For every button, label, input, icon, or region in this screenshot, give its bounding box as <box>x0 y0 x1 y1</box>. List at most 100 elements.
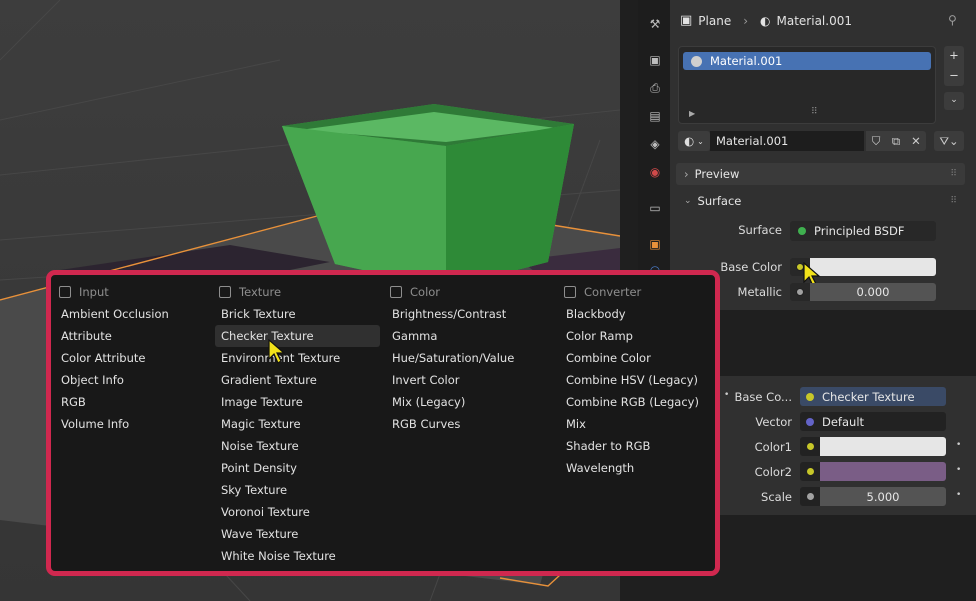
column-title: Input <box>79 285 109 299</box>
material-slot-label: Material.001 <box>710 54 783 68</box>
surface-shader-field[interactable]: Principled BSDF <box>790 221 936 241</box>
tool-icon[interactable]: ⚒ <box>648 17 662 31</box>
menu-item[interactable]: Shader to RGB <box>560 435 710 457</box>
menu-item[interactable]: Environment Texture <box>215 347 380 369</box>
chevron-down-icon: ⌄ <box>684 196 692 206</box>
menu-item[interactable]: Magic Texture <box>215 413 380 435</box>
remove-slot-button[interactable]: − <box>944 66 964 86</box>
vector-link-field[interactable]: Default <box>800 412 946 431</box>
properties-tab-strip: ⚒ ▣ ⎙ ▤ ◈ ◉ ▭ ▣ ◒ <box>638 0 670 310</box>
slot-specials-button[interactable]: ⌄ <box>944 92 964 110</box>
surface-label: Surface <box>697 194 742 208</box>
menu-item[interactable]: Color Ramp <box>560 325 710 347</box>
metallic-link-button[interactable] <box>790 283 810 301</box>
output-icon[interactable]: ⎙ <box>648 81 662 95</box>
menu-item[interactable]: RGB <box>55 391 215 413</box>
base-color-swatch[interactable] <box>810 258 936 276</box>
color-socket-icon <box>806 443 814 450</box>
collection-icon[interactable]: ▭ <box>648 201 662 215</box>
preview-panel-header[interactable]: › Preview ⠿ <box>676 163 965 185</box>
metallic-value-field[interactable]: 0.000 <box>810 283 936 301</box>
menu-item[interactable]: Attribute <box>55 325 215 347</box>
world-icon[interactable]: ◉ <box>648 165 662 179</box>
surface-panel-header[interactable]: ⌄ Surface ⠿ <box>676 190 965 212</box>
material-slot-list[interactable]: Material.001 ▶ ⠿ <box>678 46 936 124</box>
material-name-value: Material.001 <box>716 134 789 148</box>
menu-item[interactable]: White Noise Texture <box>215 545 380 567</box>
menu-item[interactable]: Combine RGB (Legacy) <box>560 391 710 413</box>
menu-item[interactable]: Ambient Occlusion <box>55 303 215 325</box>
menu-item-highlighted[interactable]: Checker Texture <box>215 325 380 347</box>
material-slot[interactable]: Material.001 <box>683 52 931 70</box>
scene-icon[interactable]: ◈ <box>648 137 662 151</box>
surface-row-label: Surface <box>738 223 782 237</box>
base-color-link-field[interactable]: Checker Texture <box>800 387 946 406</box>
color2-swatch[interactable] <box>820 462 946 481</box>
menu-item[interactable]: Gamma <box>386 325 556 347</box>
shader-socket-icon <box>798 227 806 235</box>
surface-shader-value: Principled BSDF <box>814 224 905 238</box>
keyframe-dot-icon[interactable]: • <box>956 440 961 450</box>
menu-item[interactable]: Wavelength <box>560 457 710 479</box>
menu-item[interactable]: Hue/Saturation/Value <box>386 347 556 369</box>
category-icon <box>390 286 402 298</box>
pin-icon[interactable]: ⚲ <box>948 13 957 27</box>
menu-item[interactable]: Voronoi Texture <box>215 501 380 523</box>
color1-swatch[interactable] <box>820 437 946 456</box>
scale-socket-button[interactable] <box>800 487 820 506</box>
menu-item[interactable]: Brick Texture <box>215 303 380 325</box>
material-sphere-icon: ◐ <box>760 13 771 28</box>
color1-socket-button[interactable] <box>800 437 820 456</box>
menu-item[interactable]: Image Texture <box>215 391 380 413</box>
color2-socket-button[interactable] <box>800 462 820 481</box>
add-node-menu: Input Ambient Occlusion Attribute Color … <box>46 270 720 576</box>
color-socket-icon <box>806 392 814 401</box>
menu-item[interactable]: Invert Color <box>386 369 556 391</box>
menu-item[interactable]: Wave Texture <box>215 523 380 545</box>
material-name-field[interactable]: Material.001 <box>710 131 864 151</box>
menu-item[interactable]: Mix <box>560 413 710 435</box>
menu-item[interactable]: Noise Texture <box>215 435 380 457</box>
drag-handle-icon[interactable]: ⠿ <box>950 169 957 179</box>
menu-item[interactable]: Point Density <box>215 457 380 479</box>
unlink-material-button[interactable]: ✕ <box>906 131 926 151</box>
menu-column-input: Input Ambient Occlusion Attribute Color … <box>55 281 215 435</box>
render-icon[interactable]: ▣ <box>648 53 662 67</box>
keyframe-dot-icon[interactable]: • <box>956 465 961 475</box>
menu-item[interactable]: Object Info <box>55 369 215 391</box>
menu-item[interactable]: Gradient Texture <box>215 369 380 391</box>
menu-item[interactable]: Mix (Legacy) <box>386 391 556 413</box>
menu-column-header: Input <box>55 281 215 303</box>
menu-item[interactable]: Blackbody <box>560 303 710 325</box>
node-row-label: Color1 <box>754 440 792 454</box>
drag-handle-icon[interactable]: ⠿ <box>950 196 957 206</box>
menu-item[interactable]: Volume Info <box>55 413 215 435</box>
view-layer-icon[interactable]: ▤ <box>648 109 662 123</box>
node-row-label: Scale <box>761 490 792 504</box>
menu-item[interactable]: Brightness/Contrast <box>386 303 556 325</box>
resize-grip-icon[interactable]: ⠿ <box>811 107 818 117</box>
vector-socket-icon <box>806 417 814 426</box>
column-title: Texture <box>239 285 282 299</box>
keyframe-dot-icon[interactable]: • <box>956 490 961 500</box>
menu-item[interactable]: RGB Curves <box>386 413 556 435</box>
menu-item[interactable]: Combine HSV (Legacy) <box>560 369 710 391</box>
link-type-button[interactable]: ⛛⌄ <box>934 131 964 151</box>
mouse-cursor-icon <box>268 339 286 364</box>
menu-item[interactable]: Color Attribute <box>55 347 215 369</box>
fake-user-button[interactable]: ⛉ <box>866 131 886 151</box>
add-slot-button[interactable]: + <box>944 46 964 66</box>
menu-column-texture: Texture Brick Texture Checker Texture En… <box>215 281 380 567</box>
browse-material-button[interactable]: ◐ ⌄ <box>678 131 710 151</box>
node-row-label: Vector <box>755 415 792 429</box>
duplicate-material-button[interactable]: ⧉ <box>886 131 906 151</box>
menu-item[interactable]: Sky Texture <box>215 479 380 501</box>
node-inputs-panel: • Base Co... Checker Texture Vector Defa… <box>720 376 976 515</box>
scale-value-field[interactable]: 5.000 <box>820 487 946 506</box>
menu-column-converter: Converter Blackbody Color Ramp Combine C… <box>560 281 710 479</box>
object-icon[interactable]: ▣ <box>648 237 662 251</box>
material-sphere-icon: ◐ <box>684 134 695 148</box>
expand-triangle-icon[interactable]: ▶ <box>689 109 695 118</box>
menu-column-color: Color Brightness/Contrast Gamma Hue/Satu… <box>386 281 556 435</box>
menu-item[interactable]: Combine Color <box>560 347 710 369</box>
